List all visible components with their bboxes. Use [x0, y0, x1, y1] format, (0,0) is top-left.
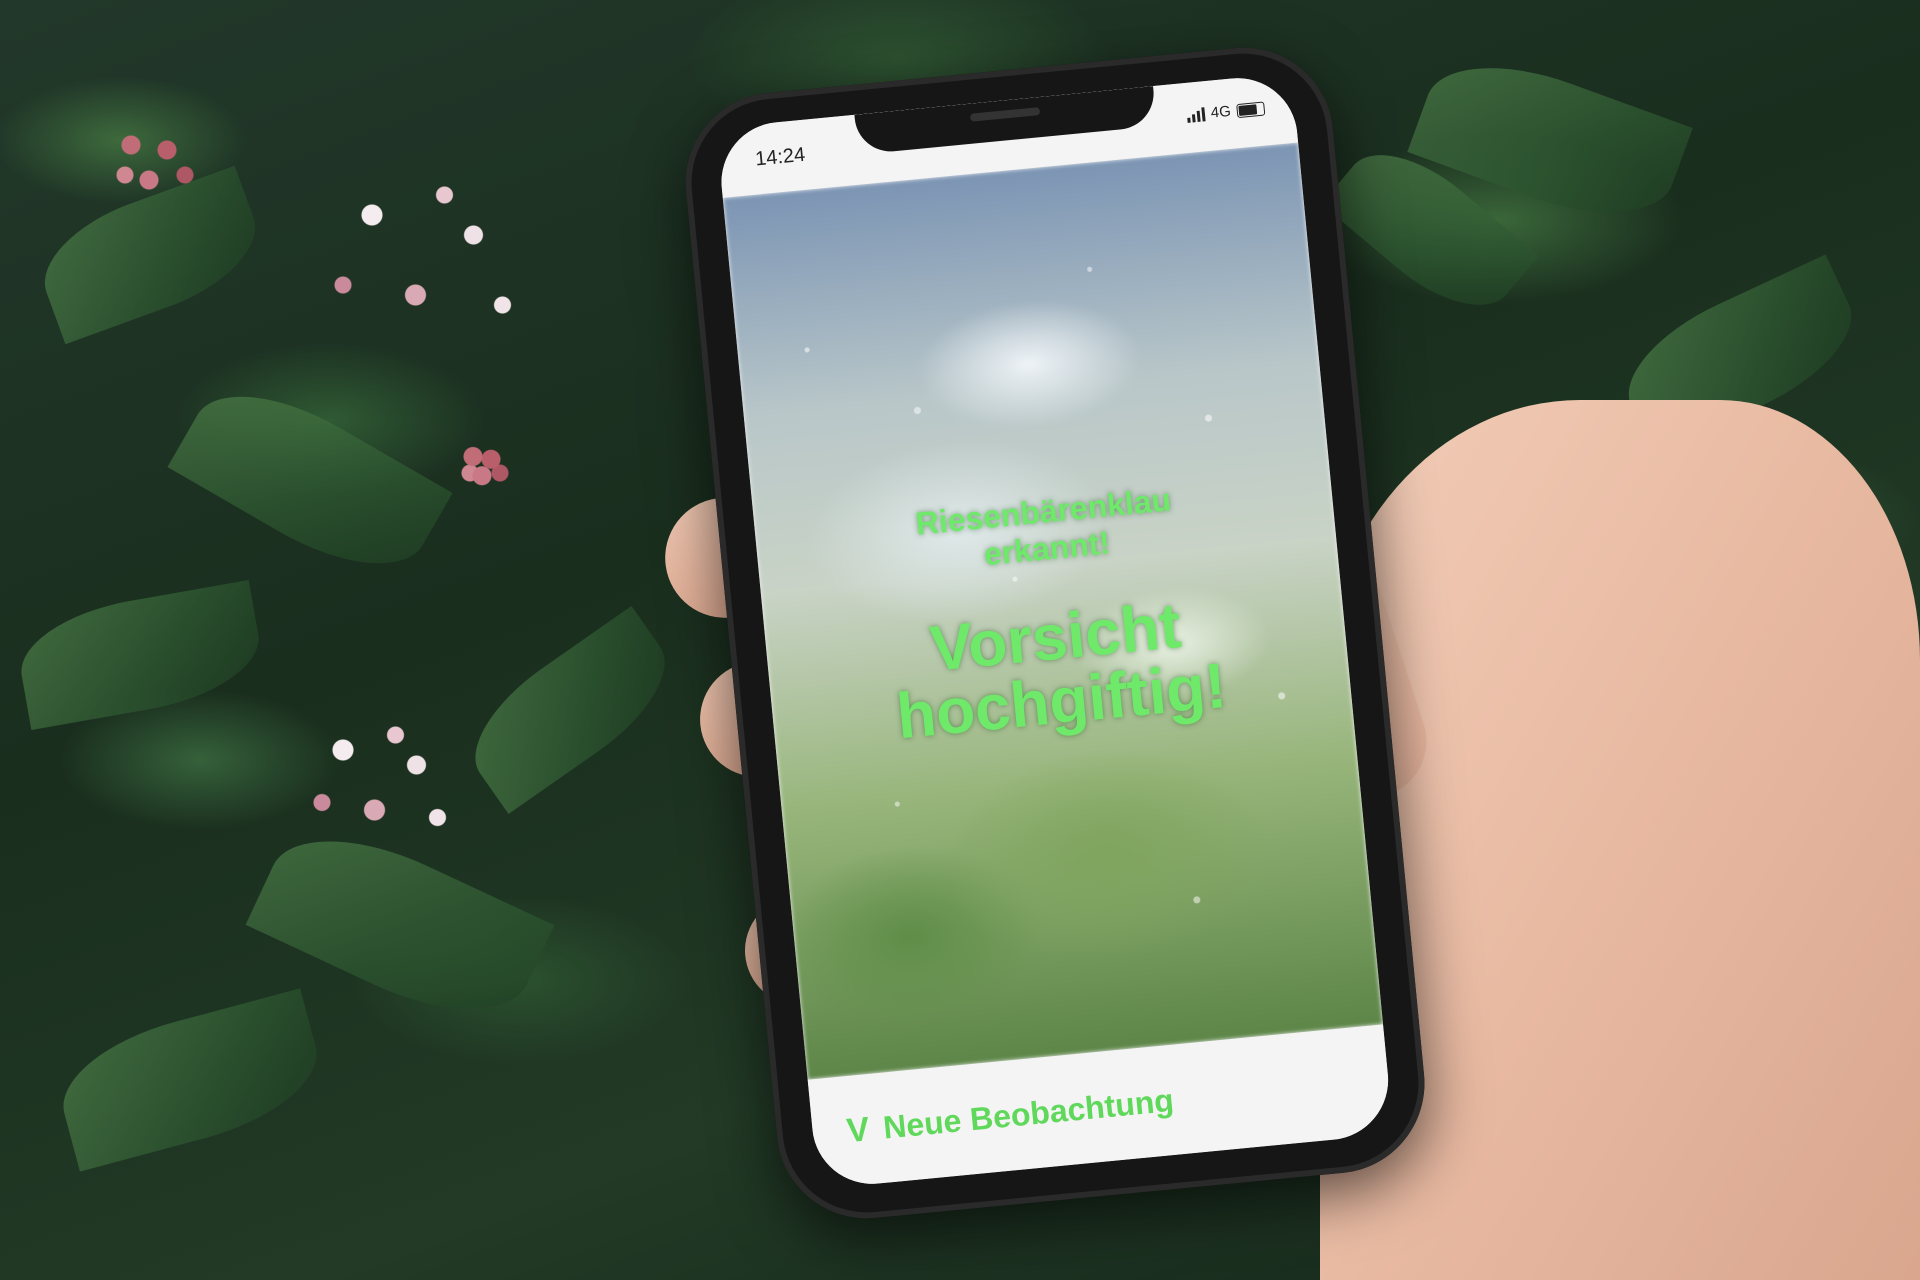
flower-cluster: [285, 155, 575, 355]
smartphone: 14:24 4G Riesenbärenklau erkannt! Vorsic…: [677, 39, 1433, 1227]
battery-icon: [1236, 101, 1266, 118]
speaker-grille: [969, 107, 1041, 122]
status-indicators: 4G: [1186, 100, 1266, 124]
flower-bud-cluster: [455, 440, 515, 495]
status-time: 14:24: [754, 143, 807, 171]
signal-strength-icon: [1186, 106, 1206, 123]
new-observation-label: Neue Beobachtung: [881, 1081, 1176, 1146]
phone-screen: 14:24 4G Riesenbärenklau erkannt! Vorsic…: [716, 72, 1394, 1190]
chevron-down-icon: V: [844, 1109, 872, 1150]
flower-cluster: [280, 705, 490, 855]
hand: [1320, 400, 1920, 1280]
flower-bud-cluster: [95, 115, 215, 215]
network-type: 4G: [1210, 102, 1232, 122]
